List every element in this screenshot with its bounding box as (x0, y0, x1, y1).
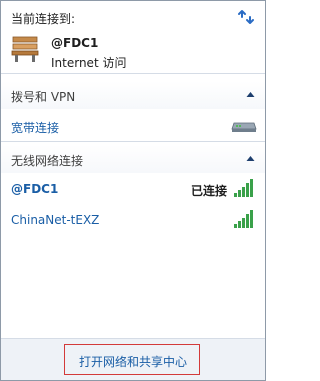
refresh-icon[interactable] (236, 7, 256, 27)
section-wireless-title: 无线网络连接 (11, 154, 84, 168)
connected-status-label: 已连接 (190, 184, 227, 198)
wifi-signal-icon (234, 179, 253, 197)
network-bench-icon (11, 36, 39, 62)
section-wireless[interactable]: 无线网络连接 (1, 145, 265, 173)
section-dialup-vpn-title: 拨号和 VPN (11, 90, 76, 104)
divider (1, 73, 265, 74)
current-connection-status: Internet 访问 (51, 56, 127, 70)
open-network-center-label: 打开网络和共享中心 (79, 355, 188, 369)
current-connection-name: @FDC1 (51, 36, 99, 50)
list-item-label: @FDC1 (11, 182, 59, 196)
list-item-broadband[interactable]: 宽带连接 (1, 114, 265, 140)
current-connection-title: 当前连接到: (11, 12, 76, 26)
open-network-center-link[interactable]: 打开网络和共享中心 (64, 344, 200, 375)
divider (1, 141, 265, 142)
network-flyout: 当前连接到: @FDC1 Internet 访问 拨号和 VPN 宽带连接 无线… (0, 0, 266, 381)
current-connection-header: 当前连接到: @FDC1 Internet 访问 (1, 1, 265, 73)
section-dialup-vpn[interactable]: 拨号和 VPN (1, 81, 265, 109)
chevron-up-icon[interactable] (246, 91, 255, 98)
list-item-wifi-chinanet[interactable]: ChinaNet-tEXZ (1, 208, 265, 234)
modem-icon (231, 122, 257, 132)
list-item-wifi-fdc1[interactable]: @FDC1 已连接 (1, 177, 265, 203)
flyout-footer: 打开网络和共享中心 (1, 338, 265, 380)
wifi-signal-icon (234, 210, 253, 228)
chevron-up-icon[interactable] (246, 155, 255, 162)
list-item-label: ChinaNet-tEXZ (11, 213, 100, 227)
list-item-label: 宽带连接 (11, 121, 60, 135)
